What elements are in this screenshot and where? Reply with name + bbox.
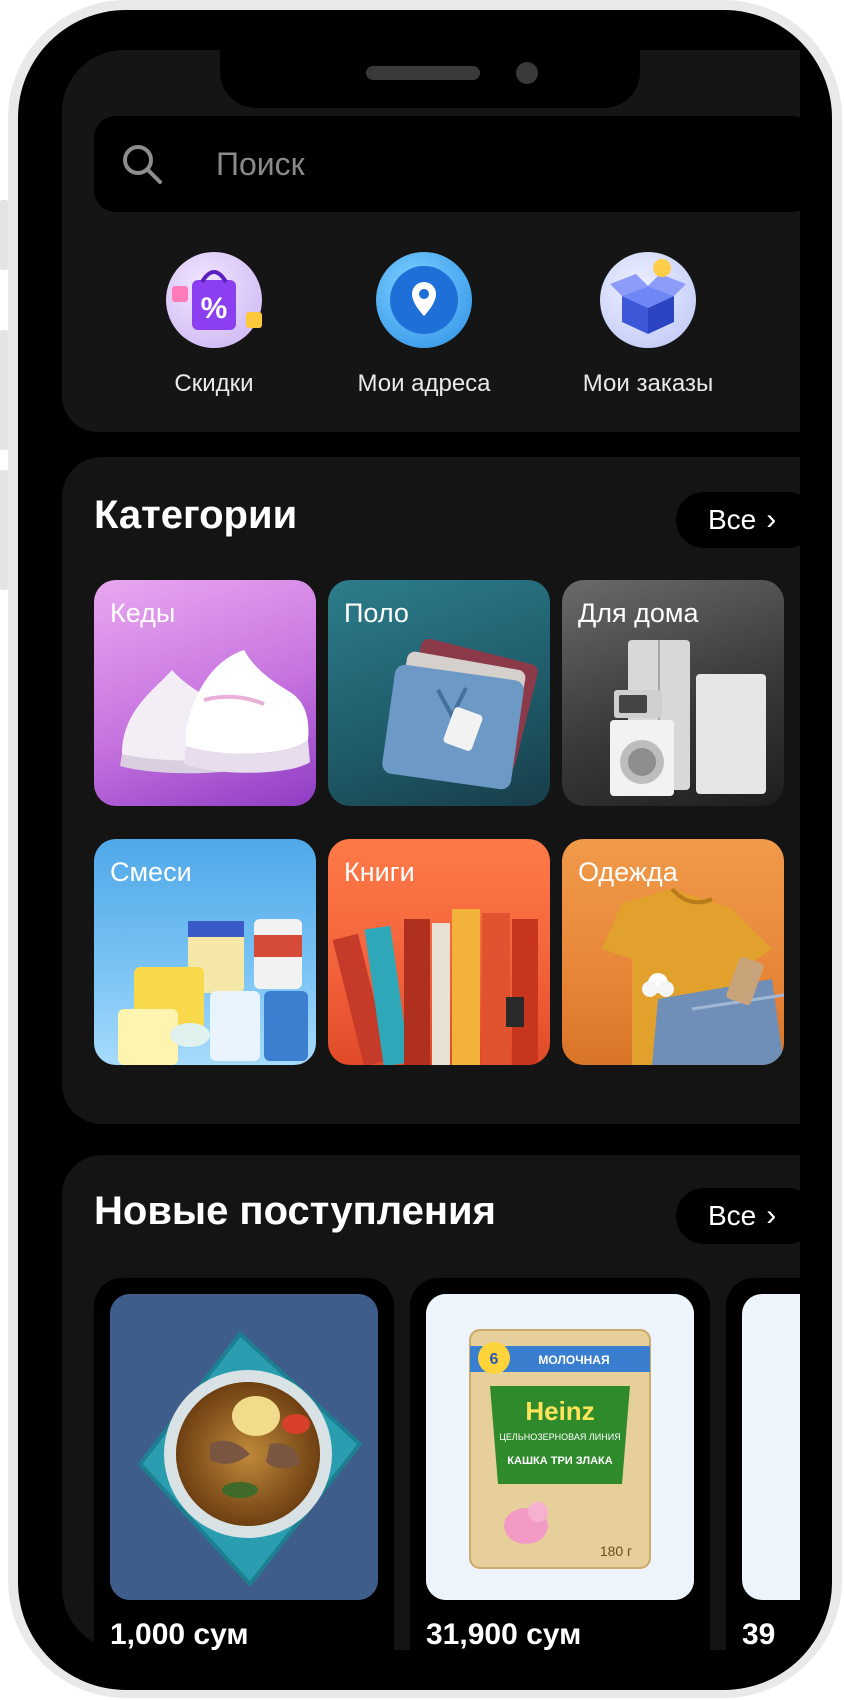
- categories-section: Категории Все › Кеды Поло Для дома Смеси…: [62, 457, 800, 1124]
- category-tile-books[interactable]: Книги: [328, 839, 550, 1065]
- categories-title: Категории: [94, 493, 298, 537]
- product-price: 1,000 сум: [110, 1618, 249, 1650]
- category-tile-sneakers[interactable]: Кеды: [94, 580, 316, 806]
- side-button: [0, 470, 8, 590]
- product-price: 31,900 сум: [426, 1618, 582, 1650]
- category-tile-clothing[interactable]: Одежда: [562, 839, 784, 1065]
- category-tile-formula[interactable]: Смеси: [94, 839, 316, 1065]
- all-button-label: Все: [708, 1200, 757, 1231]
- category-label: Одежда: [578, 857, 678, 887]
- quick-action-label: Мои заказы: [582, 370, 714, 397]
- discount-bag-icon: %: [166, 252, 262, 348]
- search-bar[interactable]: Поиск: [94, 116, 800, 212]
- package-brand-text: Heinz: [525, 1396, 594, 1426]
- product-image: [742, 1294, 800, 1600]
- product-card[interactable]: МОЛОЧНАЯ 6 Heinz ЦЕЛЬНОЗЕРНОВАЯ ЛИНИЯ КА…: [410, 1278, 710, 1650]
- category-tile-polo[interactable]: Поло: [328, 580, 550, 806]
- product-card[interactable]: 1,000 сум: [94, 1278, 394, 1650]
- category-label: Кеды: [110, 598, 176, 628]
- side-button: [0, 330, 8, 450]
- speaker-grille: [366, 66, 480, 80]
- quick-action-label: Мои адреса: [357, 370, 491, 397]
- product-image: [110, 1294, 378, 1600]
- package-weight-text: 180 г: [600, 1543, 632, 1559]
- front-camera: [516, 62, 538, 84]
- package-name-text: КАШКА ТРИ ЗЛАКА: [507, 1455, 612, 1467]
- categories-all-button[interactable]: Все ›: [676, 492, 800, 548]
- quick-action-label: Скидки: [174, 370, 254, 397]
- package-age-text: 6: [490, 1351, 499, 1368]
- location-pin-icon: [376, 252, 472, 348]
- box-icon: [600, 252, 696, 348]
- chevron-right-icon: ›: [766, 503, 777, 536]
- category-label: Смеси: [110, 857, 192, 887]
- quick-action-orders[interactable]: Мои заказы: [548, 252, 748, 398]
- phone-notch: [220, 50, 640, 108]
- chevron-right-icon: ›: [766, 1199, 777, 1232]
- product-price: 39: [742, 1618, 776, 1650]
- category-label: Поло: [344, 598, 409, 628]
- search-icon: [123, 145, 162, 184]
- category-label: Для дома: [578, 598, 699, 628]
- package-badge-text: МОЛОЧНАЯ: [538, 1353, 609, 1367]
- search-input[interactable]: Поиск: [216, 146, 305, 183]
- category-tile-home[interactable]: Для дома: [562, 580, 784, 806]
- new-arrivals-all-button[interactable]: Все ›: [676, 1188, 800, 1244]
- category-label: Книги: [344, 857, 415, 887]
- svg-text:%: %: [201, 292, 228, 325]
- side-button: [0, 200, 8, 270]
- quick-action-addresses[interactable]: Мои адреса: [324, 252, 524, 398]
- app-screen: Поиск % Скидки Мои адреса Мои заказы Кат…: [62, 50, 800, 1650]
- new-arrivals-title: Новые поступления: [94, 1189, 496, 1233]
- product-image: МОЛОЧНАЯ 6 Heinz ЦЕЛЬНОЗЕРНОВАЯ ЛИНИЯ КА…: [426, 1294, 694, 1600]
- product-card[interactable]: 39: [726, 1278, 800, 1650]
- package-line-text: ЦЕЛЬНОЗЕРНОВАЯ ЛИНИЯ: [499, 1432, 620, 1442]
- quick-action-discounts[interactable]: % Скидки: [114, 252, 314, 398]
- all-button-label: Все: [708, 504, 757, 535]
